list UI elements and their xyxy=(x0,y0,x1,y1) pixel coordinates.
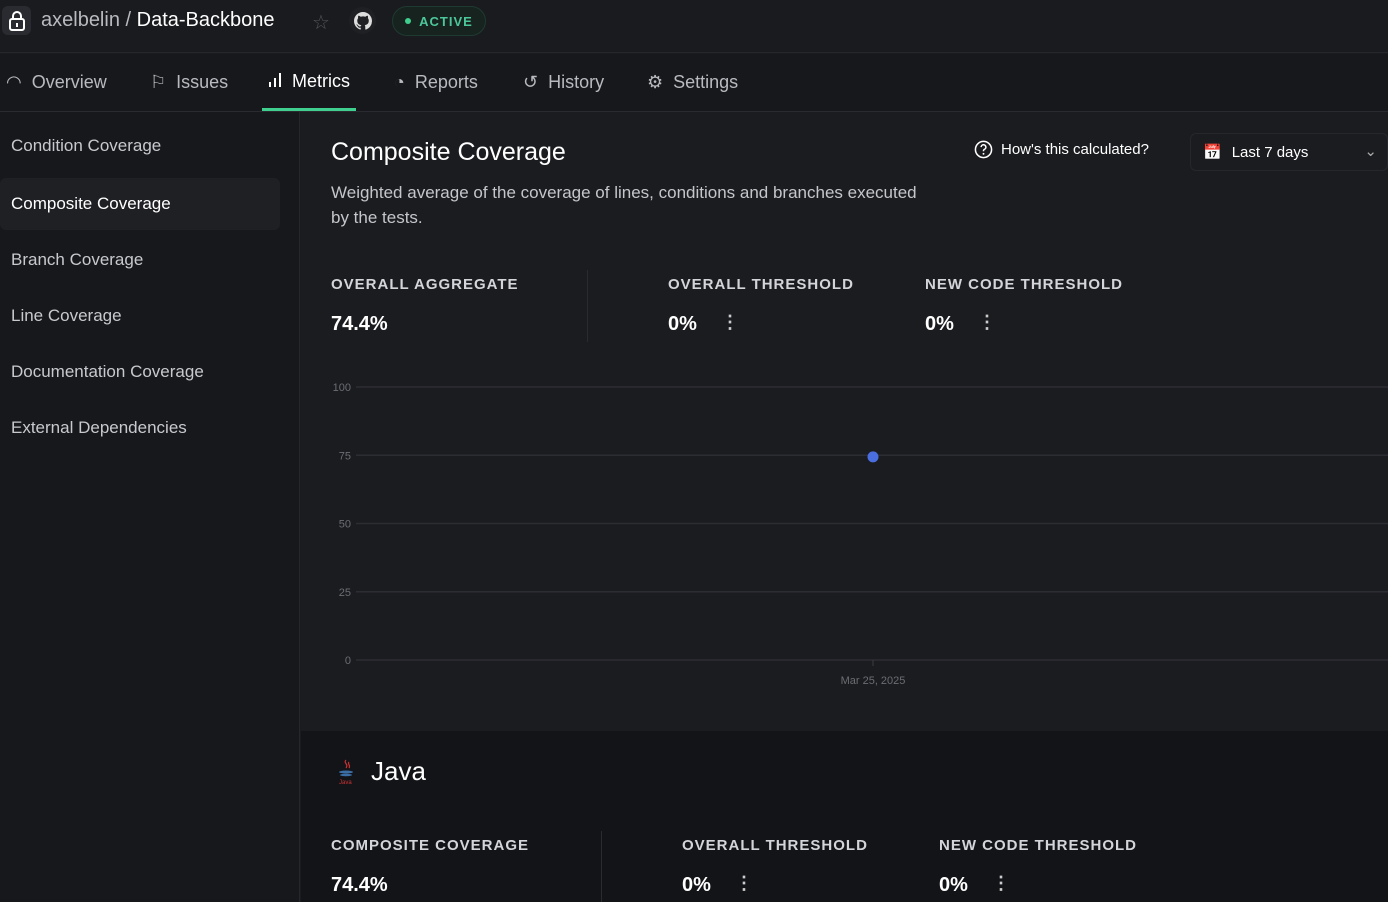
date-range-select[interactable]: 📅 Last 7 days ⌄ xyxy=(1190,133,1388,171)
kebab-menu-icon[interactable]: ⋮ xyxy=(735,873,753,894)
sidebar: Condition Coverage Composite Coverage Br… xyxy=(0,112,300,902)
repo-owner[interactable]: axelbelin xyxy=(41,9,120,31)
y-tick-label: 75 xyxy=(339,450,351,462)
stat-label: COMPOSITE COVERAGE xyxy=(331,837,530,854)
java-section: Java Java COMPOSITE COVERAGE 74.4% OVERAL… xyxy=(301,731,1388,902)
help-circle-icon xyxy=(974,140,993,159)
tab-label: Overview xyxy=(31,72,107,92)
divider xyxy=(601,831,602,902)
stat-label: OVERALL AGGREGATE xyxy=(331,276,519,293)
x-tick-label: Mar 25, 2025 xyxy=(841,675,906,687)
pie-chart-icon: ◔ xyxy=(394,72,405,92)
breadcrumb-separator: / xyxy=(119,9,137,31)
kebab-menu-icon[interactable]: ⋮ xyxy=(978,312,996,333)
java-logo-icon: Java xyxy=(336,758,356,786)
stat-value: 0% xyxy=(682,874,711,896)
how-calculated-label: How's this calculated? xyxy=(1001,141,1149,158)
stat-label: OVERALL THRESHOLD xyxy=(682,837,868,854)
stat-label: OVERALL THRESHOLD xyxy=(668,276,854,293)
tab-label: Settings xyxy=(673,72,739,92)
page-title: Composite Coverage xyxy=(331,138,566,166)
y-tick-label: 50 xyxy=(339,519,351,531)
how-calculated-button[interactable]: How's this calculated? xyxy=(974,140,1149,159)
metric-description: Weighted average of the coverage of line… xyxy=(331,183,917,227)
calendar-clock-icon: 📅 xyxy=(1203,144,1222,161)
flag-icon: ⚐ xyxy=(150,72,167,92)
github-icon[interactable] xyxy=(349,7,376,34)
tab-settings[interactable]: ⚙ Settings xyxy=(647,54,738,111)
y-tick-label: 25 xyxy=(339,587,351,599)
stat-label: NEW CODE THRESHOLD xyxy=(925,276,1123,293)
history-icon: ↺ xyxy=(523,72,539,92)
tab-bar: ◠ Overview ⚐ Issues Metrics ◔ Reports ↺ Hist… xyxy=(0,54,1388,112)
gear-icon: ⚙ xyxy=(647,72,664,92)
tab-label: History xyxy=(548,72,605,92)
divider xyxy=(587,270,588,342)
kebab-menu-icon[interactable]: ⋮ xyxy=(992,873,1010,894)
tab-metrics[interactable]: Metrics xyxy=(262,54,356,111)
stat-value: 74.4% xyxy=(331,874,388,896)
sidebar-item-line-coverage[interactable]: Line Coverage xyxy=(0,290,280,342)
tab-reports[interactable]: ◔ Reports xyxy=(394,54,478,111)
stat-value: 0% xyxy=(668,313,697,335)
status-dot-icon xyxy=(405,18,412,24)
y-tick-label: 100 xyxy=(333,382,351,394)
tab-history[interactable]: ↺ History xyxy=(523,54,604,111)
sidebar-item-condition-coverage[interactable]: Condition Coverage xyxy=(0,120,280,172)
repo-name[interactable]: Data-Backbone xyxy=(137,9,275,31)
top-bar: axelbelin / Data-Backbone ☆ ACTIVE xyxy=(0,0,1388,53)
data-point xyxy=(867,451,879,463)
sidebar-item-composite-coverage[interactable]: Composite Coverage xyxy=(0,178,280,230)
tab-label: Issues xyxy=(176,72,229,92)
section-title: Java xyxy=(371,756,426,786)
star-icon[interactable]: ☆ xyxy=(312,10,330,35)
stat-label: NEW CODE THRESHOLD xyxy=(939,837,1137,854)
svg-text:Java: Java xyxy=(339,780,352,786)
repo-breadcrumb[interactable]: axelbelin / Data-Backbone xyxy=(41,9,275,32)
sidebar-item-branch-coverage[interactable]: Branch Coverage xyxy=(0,234,280,286)
gauge-icon: ◠ xyxy=(6,72,22,92)
sidebar-item-documentation-coverage[interactable]: Documentation Coverage xyxy=(0,346,280,398)
date-range-value: Last 7 days xyxy=(1231,143,1309,161)
stat-value: 74.4% xyxy=(331,313,388,335)
tab-label: Reports xyxy=(414,72,478,92)
tab-label: Metrics xyxy=(292,70,350,91)
chevron-down-icon: ⌄ xyxy=(1364,143,1377,160)
lock-icon xyxy=(2,6,31,35)
tab-overview[interactable]: ◠ Overview xyxy=(6,54,107,111)
stat-value: 0% xyxy=(925,313,954,335)
y-tick-label: 0 xyxy=(345,655,351,667)
tab-issues[interactable]: ⚐ Issues xyxy=(150,54,228,111)
status-label: ACTIVE xyxy=(419,13,473,29)
bar-chart-icon xyxy=(268,71,282,92)
status-badge: ACTIVE xyxy=(392,6,486,36)
sidebar-item-external-dependencies[interactable]: External Dependencies xyxy=(0,402,280,454)
metric-panel: Composite Coverage Weighted average of t… xyxy=(301,112,1388,730)
stat-value: 0% xyxy=(939,874,968,896)
kebab-menu-icon[interactable]: ⋮ xyxy=(721,312,739,333)
